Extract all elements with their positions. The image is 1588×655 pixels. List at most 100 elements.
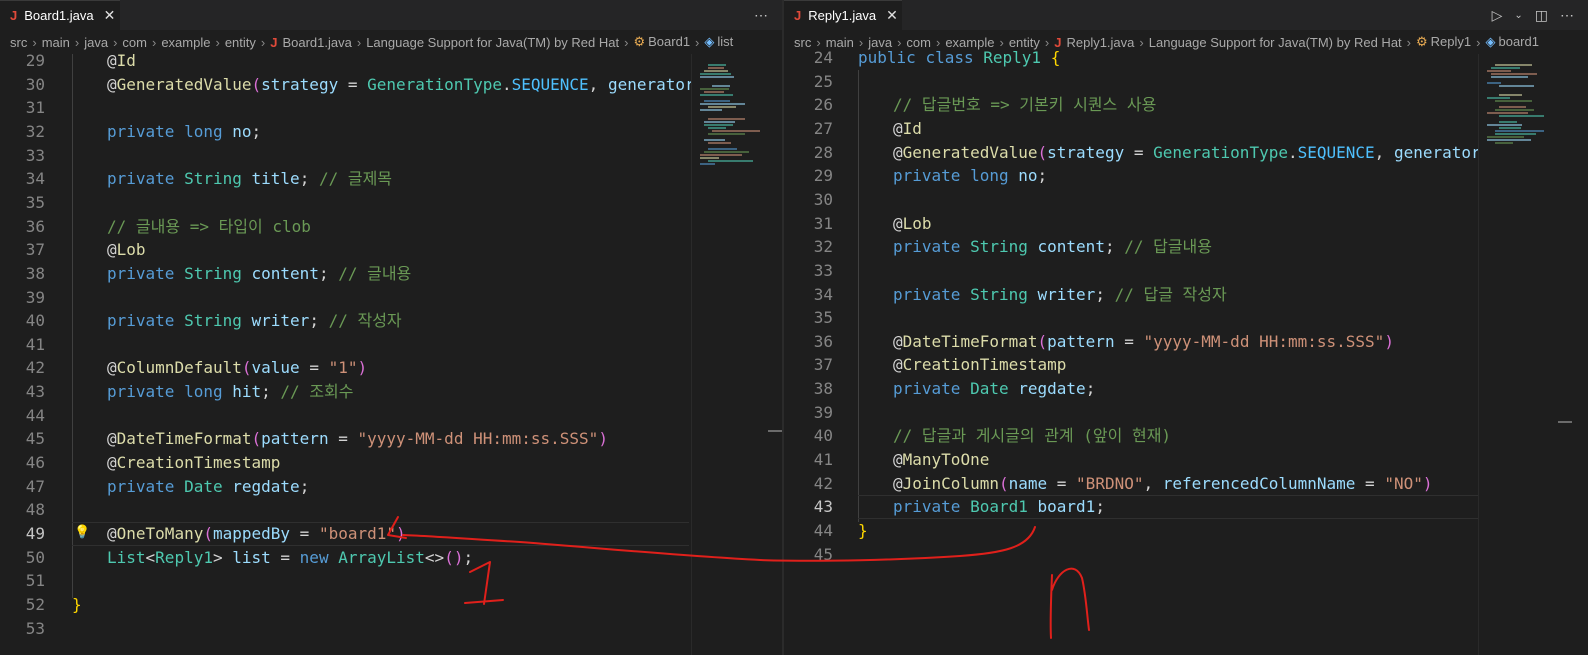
code-line[interactable]: 31 @Lob xyxy=(784,212,1478,236)
code-line[interactable]: 46 @CreationTimestamp xyxy=(0,451,690,475)
code-token: GenerationType xyxy=(367,74,502,94)
code-line[interactable]: 34 private String title; // 글제목 xyxy=(0,167,690,191)
code-line[interactable]: 49 @OneToMany(mappedBy = "board1") xyxy=(0,522,690,546)
code-token: , xyxy=(1374,142,1394,162)
breadcrumb-item[interactable]: example xyxy=(161,35,210,50)
tab-board1-java[interactable]: J Board1.java ✕ xyxy=(0,0,120,30)
code-line[interactable]: 39 xyxy=(784,401,1478,425)
code-line[interactable]: 36 // 글내용 => 타입이 clob xyxy=(0,215,690,239)
code-line[interactable]: 42 @JoinColumn(name = "BRDNO", referenced… xyxy=(784,472,1478,496)
chevron-down-icon[interactable]: ⌄ xyxy=(1514,10,1522,21)
code-line[interactable]: 33 xyxy=(0,144,690,168)
code-line[interactable]: 30 @GeneratedValue(strategy = GenerationT… xyxy=(0,73,743,97)
code-line[interactable]: 44 xyxy=(0,404,690,428)
code-line[interactable]: 29 @Id xyxy=(0,49,690,73)
scrollbar-thumb[interactable] xyxy=(1558,421,1572,423)
line-number: 42 xyxy=(813,473,833,493)
breadcrumb-item[interactable]: ◈ list xyxy=(704,34,733,50)
code-token: long xyxy=(184,121,223,141)
code-line[interactable]: 37 @Lob xyxy=(0,238,690,262)
code-line[interactable]: 40 private String writer; // 작성자 xyxy=(0,309,690,333)
code-line[interactable]: 53 xyxy=(0,617,690,641)
code-token: @ xyxy=(893,142,903,162)
code-line[interactable]: 50 List<Reply1> list = new ArrayList<>(); xyxy=(0,546,690,570)
breadcrumb-item[interactable]: src xyxy=(10,35,27,50)
code-line[interactable]: 42 @ColumnDefault(value = "1") xyxy=(0,356,690,380)
close-icon[interactable]: ✕ xyxy=(104,7,116,24)
code-line[interactable]: 27 @Id xyxy=(784,117,1478,141)
code-token: JoinColumn xyxy=(902,473,999,493)
close-icon[interactable]: ✕ xyxy=(886,7,898,24)
code-token: ManyToOne xyxy=(902,450,990,470)
code-line[interactable]: 32 private long no; xyxy=(0,120,690,144)
code-line[interactable]: 35 xyxy=(0,191,690,215)
run-icon[interactable]: ▷ xyxy=(1492,7,1503,24)
code-line[interactable]: 26 // 답글번호 => 기본키 시퀀스 사용 xyxy=(784,93,1478,117)
code-line[interactable]: 47 private Date regdate; xyxy=(0,475,690,499)
code-line[interactable]: 30 xyxy=(784,188,1478,212)
code-line[interactable]: 43 private Board1 board1; xyxy=(784,495,1478,519)
line-number: 38 xyxy=(25,263,45,283)
code-token: // 조회수 xyxy=(280,382,354,402)
line-number: 30 xyxy=(813,189,833,209)
code-line[interactable]: 38 private Date regdate; xyxy=(784,377,1478,401)
breadcrumb-item[interactable]: ◈ board1 xyxy=(1485,34,1538,50)
code-token: hit xyxy=(232,382,262,402)
code-line[interactable]: 41 xyxy=(0,333,690,357)
split-editor-icon[interactable]: ◫ xyxy=(1535,7,1548,24)
code-line[interactable]: 43 private long hit; // 조회수 xyxy=(0,380,690,404)
code-line[interactable]: 28 @GeneratedValue(strategy = GenerationT… xyxy=(784,141,1529,165)
tab-reply1-java[interactable]: J Reply1.java ✕ xyxy=(784,0,902,30)
minimap[interactable] xyxy=(691,54,778,655)
breadcrumb-item[interactable]: java xyxy=(84,35,108,50)
lightbulb-icon[interactable]: 💡 xyxy=(74,525,90,540)
code-line[interactable]: 41 @ManyToOne xyxy=(784,448,1478,472)
code-token: <> xyxy=(424,547,445,567)
code-line[interactable]: 32 private String content; // 답글내용 xyxy=(784,235,1478,259)
code-line[interactable]: 36 @DateTimeFormat(pattern = "yyyy-MM-dd … xyxy=(784,330,1478,354)
breadcrumb-item[interactable]: Language Support for Java(TM) by Red Hat xyxy=(366,35,619,50)
line-number: 33 xyxy=(813,260,833,280)
code-line[interactable]: 31 xyxy=(0,96,690,120)
code-line[interactable]: 37 @CreationTimestamp xyxy=(784,353,1478,377)
line-number: 42 xyxy=(25,358,45,378)
more-actions-icon[interactable]: ⋯ xyxy=(1560,7,1574,24)
code-line[interactable]: 34 private String writer; // 답글 작성자 xyxy=(784,283,1478,307)
code-line[interactable]: 38 private String content; // 글내용 xyxy=(0,262,690,286)
code-token: // 글제목 xyxy=(318,169,393,189)
minimap-line xyxy=(700,109,722,111)
code-line[interactable]: 45 @DateTimeFormat(pattern = "yyyy-MM-dd … xyxy=(0,427,690,451)
breadcrumb-item[interactable]: J Board1.java xyxy=(270,35,352,50)
code-line[interactable]: 25 xyxy=(784,70,1478,94)
breadcrumb-item[interactable]: ⚙ Board1 xyxy=(633,34,690,50)
code-text: @ColumnDefault(value = "1") xyxy=(107,356,367,380)
scrollbar-thumb[interactable] xyxy=(768,430,782,432)
minimap[interactable] xyxy=(1478,54,1565,655)
code-line[interactable]: 29 private long no; xyxy=(784,164,1478,188)
minimap-line xyxy=(708,127,726,129)
code-token: // 답글과 게시글의 관계 (앞이 현재) xyxy=(893,426,1172,446)
left-editor-pane[interactable]: J Board1.java ✕ ⋯ src › main › java › com › exam… xyxy=(0,0,782,655)
code-line[interactable]: 39 xyxy=(0,286,690,310)
code-line[interactable]: 24 public class Reply1 { xyxy=(784,46,1478,70)
line-number: 48 xyxy=(25,500,45,520)
code-text: @Lob xyxy=(893,212,932,236)
right-editor-pane[interactable]: J Reply1.java ✕ ▷ ⌄ ◫ ⋯ src › main › java › co… xyxy=(784,0,1588,655)
code-token: regdate xyxy=(1018,379,1086,399)
code-line[interactable]: 48 xyxy=(0,498,690,522)
breadcrumb-item[interactable]: com xyxy=(122,35,147,50)
code-line[interactable]: 35 xyxy=(784,306,1478,330)
code-line[interactable]: 45 xyxy=(784,543,1478,567)
minimap-line xyxy=(1499,115,1544,117)
breadcrumb-item[interactable]: entity xyxy=(225,35,256,50)
code-line[interactable]: 33 xyxy=(784,259,1478,283)
code-line[interactable]: 40 // 답글과 게시글의 관계 (앞이 현재) xyxy=(784,424,1478,448)
more-actions-icon[interactable]: ⋯ xyxy=(754,7,768,24)
code-line[interactable]: 51 xyxy=(0,569,690,593)
code-line[interactable]: 52} xyxy=(0,593,690,617)
breadcrumb-item[interactable]: main xyxy=(42,35,70,50)
class-icon: ⚙ xyxy=(633,34,646,49)
code-line[interactable]: 44} xyxy=(784,519,1478,543)
code-text: private Date regdate; xyxy=(107,475,309,499)
